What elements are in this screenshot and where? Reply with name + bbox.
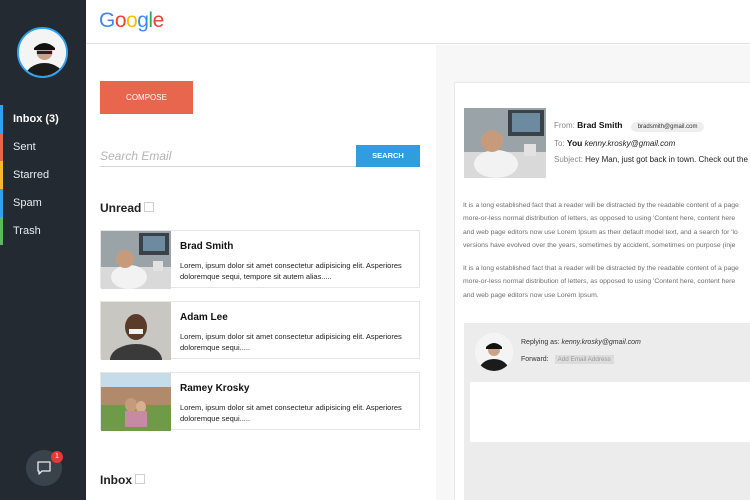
sender-photo — [101, 373, 171, 431]
paragraph-line: and web page editors now use Lorem Ipsum… — [463, 291, 599, 299]
list-item[interactable]: Adam Lee Lorem, ipsum dolor sit amet con… — [100, 301, 420, 360]
to-email: kenny.krosky@gmail.com — [584, 139, 676, 148]
spam-color-bar — [0, 189, 3, 217]
sender-name: Adam Lee — [180, 312, 228, 323]
unread-heading: Unread — [100, 201, 142, 215]
to-label: To: — [554, 139, 565, 148]
sender-name: Brad Smith — [180, 241, 234, 252]
paragraph-line: more-or-less normal distribution of lett… — [463, 215, 736, 223]
sidebar-item-label: Sent — [13, 141, 36, 153]
sent-color-bar — [0, 133, 3, 161]
from-line: From: Brad Smith bradsmith@gmail.com — [554, 120, 705, 132]
reply-avatar — [475, 333, 513, 371]
forward-email-input[interactable]: Add Email Address — [554, 355, 614, 364]
paragraph-line: It is a long established fact that a rea… — [463, 202, 739, 209]
sidebar-item-sent[interactable]: Sent — [0, 133, 86, 161]
google-logo[interactable]: Google — [99, 9, 164, 33]
paragraph-line: and web page editors now use Lorem Ipsum… — [463, 228, 738, 236]
user-avatar[interactable] — [17, 27, 68, 78]
to-name: You — [566, 138, 583, 148]
sender-photo — [101, 231, 171, 289]
subject-line: Subject: Hey Man, just got back in town.… — [554, 155, 748, 164]
sidebar-item-label: Spam — [13, 197, 42, 209]
chat-bubble-icon — [37, 461, 51, 475]
to-line: To: You kenny.krosky@gmail.com — [554, 138, 675, 148]
paragraph-line: more-or-less normal distribution of lett… — [463, 278, 736, 286]
email-snippet: Lorem, ipsum dolor sit amet consectetur … — [180, 332, 402, 352]
inbox-select-checkbox[interactable] — [135, 474, 145, 484]
reply-box: Replying as: kenny.krosky@gmail.com Forw… — [464, 323, 750, 500]
forward-line: Forward: Add Email Address — [521, 355, 614, 364]
message-paragraph: It is a long established fact that a rea… — [463, 262, 750, 302]
search-button[interactable]: SEARCH — [356, 145, 420, 167]
message-paragraph: It is a long established fact that a rea… — [463, 199, 750, 253]
subject-text: Hey Man, just got back in town. Check ou… — [585, 155, 748, 164]
paragraph-line: It is a long established fact that a rea… — [463, 265, 739, 272]
top-header: Google — [86, 0, 750, 44]
list-item[interactable]: Brad Smith Lorem, ipsum dolor sit amet c… — [100, 230, 420, 289]
email-snippet: Lorem, ipsum dolor sit amet consectetur … — [180, 403, 402, 423]
sidebar-item-trash[interactable]: Trash — [0, 217, 86, 245]
replying-as-line: Replying as: kenny.krosky@gmail.com — [521, 339, 641, 346]
replying-label: Replying as: — [521, 339, 560, 346]
from-label: From: — [554, 121, 575, 130]
unread-select-checkbox[interactable] — [144, 202, 154, 212]
inbox-heading: Inbox — [100, 473, 132, 487]
sender-photo — [464, 108, 546, 178]
trash-color-bar — [0, 217, 3, 245]
paragraph-line: versions have evolved over the years, so… — [463, 242, 736, 250]
logo-letter: o — [126, 9, 138, 32]
logo-letter: o — [114, 9, 127, 32]
sidebar-item-label: Inbox (3) — [13, 113, 59, 125]
notification-badge: 1 — [51, 451, 63, 463]
sidebar-item-spam[interactable]: Spam — [0, 189, 86, 217]
forward-label: Forward: — [521, 356, 549, 363]
email-snippet: Lorem, ipsum dolor sit amet consectetur … — [180, 261, 402, 281]
subject-label: Subject: — [554, 155, 583, 164]
logo-letter: e — [152, 9, 165, 32]
sender-photo — [101, 302, 171, 360]
sidebar-item-starred[interactable]: Starred — [0, 161, 86, 189]
starred-color-bar — [0, 161, 3, 189]
logo-letter: g — [137, 9, 149, 32]
reply-textarea[interactable] — [470, 382, 750, 442]
from-email-pill[interactable]: bradsmith@gmail.com — [630, 122, 705, 132]
search-input[interactable] — [100, 145, 356, 167]
from-name: Brad Smith — [577, 120, 623, 130]
sidebar-item-inbox[interactable]: Inbox (3) — [0, 105, 86, 133]
message-view: From: Brad Smith bradsmith@gmail.com To:… — [454, 82, 750, 500]
list-item[interactable]: Ramey Krosky Lorem, ipsum dolor sit amet… — [100, 372, 420, 431]
inbox-color-bar — [0, 105, 3, 133]
sidebar: Inbox (3) Sent Starred Spam Trash 1 — [0, 0, 86, 500]
logo-letter: G — [99, 9, 115, 32]
compose-button[interactable]: COMPOSE — [100, 81, 193, 114]
sidebar-item-label: Trash — [13, 225, 41, 237]
sidebar-item-label: Starred — [13, 169, 50, 181]
replying-email: kenny.krosky@gmail.com — [561, 339, 641, 346]
sender-name: Ramey Krosky — [180, 383, 250, 394]
